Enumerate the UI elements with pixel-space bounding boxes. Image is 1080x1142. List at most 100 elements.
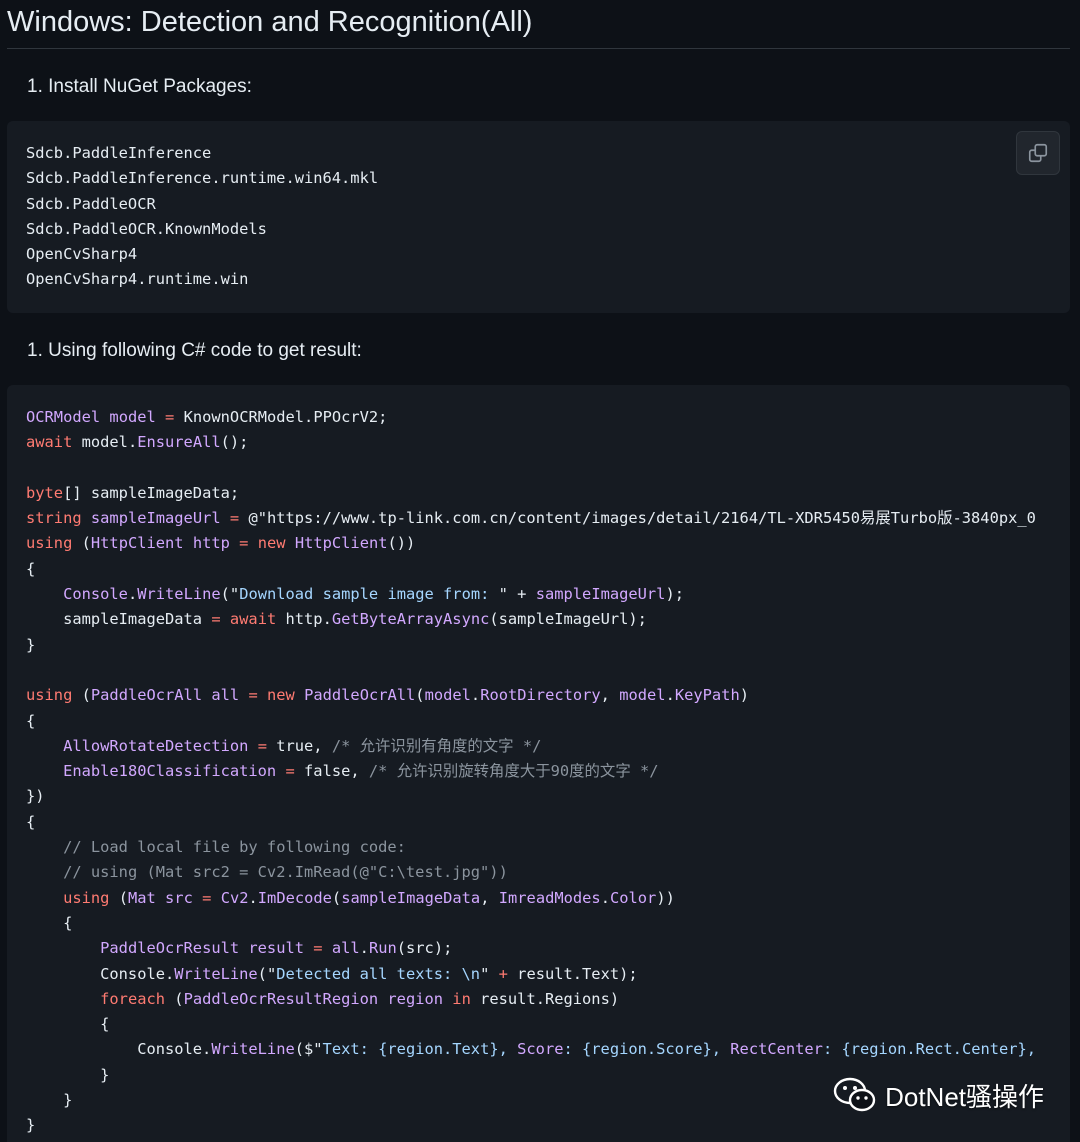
code-token: sampleImageUrl — [535, 585, 666, 604]
code-token: Download sample image from: — [239, 585, 499, 604]
code-token: PaddleOcrAll all — [90, 686, 240, 705]
code-token: } — [26, 1116, 36, 1135]
code-line: } — [26, 1066, 109, 1084]
section-heading: Windows: Detection and Recognition(All) — [7, 0, 1070, 49]
code-token: Cv2 — [220, 888, 249, 907]
code-token: PaddleOcrAll — [304, 686, 416, 705]
code-token: string — [26, 509, 82, 528]
code-line: { — [26, 560, 35, 578]
code-line: Enable180Classification = false, /* 允许识别… — [26, 762, 658, 781]
package-line: OpenCvSharp4 — [26, 245, 138, 264]
code-token: { — [26, 711, 36, 730]
code-token: await — [26, 433, 73, 452]
code-line: Console.WriteLine("Download sample image… — [26, 585, 684, 603]
code-line: }) — [26, 787, 45, 805]
code-token: GetByteArrayAsync — [331, 610, 490, 629]
code-line: } — [26, 1116, 35, 1134]
watermark-label: DotNet骚操作 — [885, 1081, 1044, 1112]
code-token: HttpClient http — [90, 534, 230, 553]
code-token: // using (Mat src2 = Cv2.ImRead(@"C:\tes… — [63, 863, 508, 882]
code-token: HttpClient — [294, 534, 388, 553]
code-token: { — [26, 1015, 110, 1034]
code-line: using (PaddleOcrAll all = new PaddleOcrA… — [26, 686, 749, 704]
code-line: } — [26, 636, 35, 654]
code-token: foreach — [100, 989, 166, 1008]
install-step-label: 1. Install NuGet Packages: — [27, 76, 252, 97]
code-token: , — [600, 686, 620, 705]
code-token: WriteLine — [174, 964, 258, 983]
code-token: { — [26, 913, 73, 932]
code-token: model — [424, 686, 471, 705]
code-token: = — [229, 509, 240, 528]
code-token: . — [248, 888, 258, 907]
code-token: PaddleOcrResultRegion region — [183, 989, 444, 1008]
code-token: all — [331, 939, 360, 958]
code-line: OCRModel model = KnownOCRModel.PPOcrV2; — [26, 408, 387, 426]
code-token: } — [26, 635, 36, 654]
code-token: ); — [665, 585, 684, 604]
code-token: Console — [63, 585, 128, 604]
code-line: } — [26, 1091, 72, 1109]
code-token: in — [452, 989, 471, 1008]
code-token: ($" — [294, 1040, 323, 1059]
code-token: new — [257, 534, 286, 553]
code-token: . — [600, 888, 610, 907]
code-token: EnsureAll — [137, 433, 221, 452]
package-line: Sdcb.PaddleOCR — [26, 194, 156, 213]
code-line: await model.EnsureAll(); — [26, 433, 248, 451]
code-token: (" — [220, 585, 240, 604]
code-token: = — [285, 762, 295, 781]
packages-code: Sdcb.PaddleInference Sdcb.PaddleInferenc… — [26, 141, 378, 293]
code-token: Console. — [26, 964, 175, 983]
code-token: . — [127, 585, 138, 604]
code-token: result.Text); — [507, 964, 638, 983]
code-token: (); — [220, 433, 249, 452]
code-token: + — [498, 964, 508, 983]
code-token: (" — [257, 964, 277, 983]
code-token: ImDecode — [257, 888, 332, 907]
code-token: result.Regions) — [470, 989, 620, 1008]
copy-button[interactable] — [1016, 131, 1060, 175]
code-token: RectCenter — [730, 1040, 823, 1059]
code-token: ( — [72, 534, 91, 553]
code-line: byte[] sampleImageData; — [26, 484, 239, 502]
code-token: /* 允许识别有角度的文字 */ — [331, 736, 542, 755]
code-token: ( — [109, 888, 128, 907]
code-line: Console.WriteLine("Detected all texts: \… — [26, 965, 638, 983]
code-token: } — [26, 1065, 110, 1084]
code-token: }) — [26, 787, 45, 806]
code-token: using — [26, 534, 73, 553]
code-token: } — [26, 1091, 73, 1110]
code-token: ( — [72, 686, 91, 705]
code-token: OCRModel — [26, 408, 101, 426]
code-token: : {region.Score}, — [563, 1040, 731, 1059]
code-token: " + — [498, 585, 536, 604]
code-token: , — [480, 888, 499, 907]
code-token: await — [229, 610, 277, 629]
code-line: { — [26, 813, 35, 831]
wechat-icon — [833, 1077, 876, 1112]
readme-page: Windows: Detection and Recognition(All) … — [0, 0, 1080, 1142]
code-token: sampleImageData — [26, 610, 212, 629]
package-line: Sdcb.PaddleOCR.KnownModels — [26, 219, 267, 238]
code-line: Console.WriteLine($"Text: {region.Text},… — [26, 1040, 1036, 1058]
code-line: // Load local file by following code: — [26, 838, 406, 856]
code-token: . — [359, 939, 369, 958]
code-token: false, — [294, 762, 369, 781]
code-token: = — [211, 610, 221, 629]
code-token: = — [202, 888, 212, 907]
